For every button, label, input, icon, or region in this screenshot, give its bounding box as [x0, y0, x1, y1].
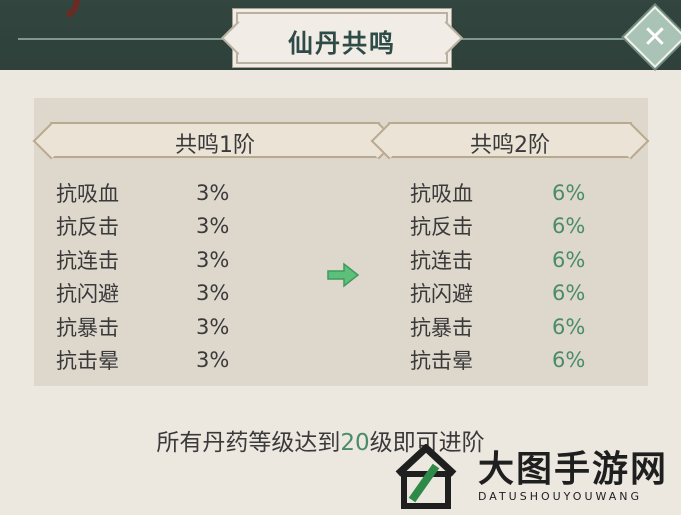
stat-value: 3%: [196, 247, 230, 272]
stat-value: 6%: [552, 214, 586, 239]
current-tier-label: 共鸣1阶: [175, 133, 255, 158]
next-tier-stats: 抗吸血 6% 抗反击 6% 抗连击 6% 抗闪避 6% 抗暴击 6% 抗击晕 6%: [410, 176, 585, 377]
stat-value: 6%: [552, 348, 586, 373]
stat-name: 抗闪避: [56, 282, 119, 307]
stat-row: 抗吸血 6%: [410, 176, 585, 210]
stat-name: 抗连击: [56, 248, 119, 273]
stat-name: 抗反击: [56, 215, 119, 240]
stat-value: 3%: [196, 281, 230, 306]
stat-row: 抗暴击 3%: [56, 310, 229, 344]
next-tier-header: 共鸣2阶: [388, 122, 632, 158]
stat-name: 抗暴击: [56, 315, 119, 340]
stat-row: 抗击晕 6%: [410, 344, 585, 378]
stat-row: 抗闪避 6%: [410, 277, 585, 311]
stat-name: 抗吸血: [56, 181, 119, 206]
stat-row: 抗闪避 3%: [56, 277, 229, 311]
stat-value: 3%: [196, 180, 230, 205]
title-ornament-line-left: [18, 38, 228, 40]
stat-row: 抗吸血 3%: [56, 176, 229, 210]
next-tier-label: 共鸣2阶: [470, 133, 550, 158]
watermark-title: 大图手游网: [478, 448, 669, 490]
stat-value: 6%: [552, 180, 586, 205]
stat-name: 抗反击: [410, 215, 473, 240]
title-banner: 仙丹共鸣: [236, 12, 448, 64]
watermark-subtitle: DATUSHOUYOUWANG: [478, 490, 643, 503]
stat-value: 3%: [196, 214, 230, 239]
stat-name: 抗闪避: [410, 282, 473, 307]
site-watermark: 大图手游网 DATUSHOUYOUWANG: [388, 440, 678, 512]
stat-name: 抗暴击: [410, 315, 473, 340]
stat-row: 抗连击 3%: [56, 243, 229, 277]
stat-value: 3%: [196, 348, 230, 373]
upgrade-arrow-icon: [327, 262, 360, 288]
stat-row: 抗击晕 3%: [56, 344, 229, 378]
stat-value: 6%: [552, 247, 586, 272]
watermark-logo-icon: [395, 444, 457, 509]
stat-row: 抗反击 6%: [410, 210, 585, 244]
dialog-title: 仙丹共鸣: [287, 29, 396, 58]
stat-value: 3%: [196, 314, 230, 339]
current-tier-header: 共鸣1阶: [50, 122, 380, 158]
requirement-prefix: 所有丹药等级达到: [156, 430, 341, 456]
current-tier-stats: 抗吸血 3% 抗反击 3% 抗连击 3% 抗闪避 3% 抗暴击 3% 抗击晕 3%: [56, 176, 229, 377]
stat-row: 抗反击 3%: [56, 210, 229, 244]
stat-row: 抗连击 6%: [410, 243, 585, 277]
stat-name: 抗击晕: [56, 349, 119, 374]
close-icon: ✕: [642, 19, 668, 55]
stat-value: 6%: [552, 314, 586, 339]
stat-name: 抗击晕: [410, 349, 473, 374]
requirement-level: 20: [340, 430, 370, 456]
stat-name: 抗吸血: [410, 181, 473, 206]
stat-value: 6%: [552, 281, 586, 306]
stat-row: 抗暴击 6%: [410, 310, 585, 344]
stat-name: 抗连击: [410, 248, 473, 273]
